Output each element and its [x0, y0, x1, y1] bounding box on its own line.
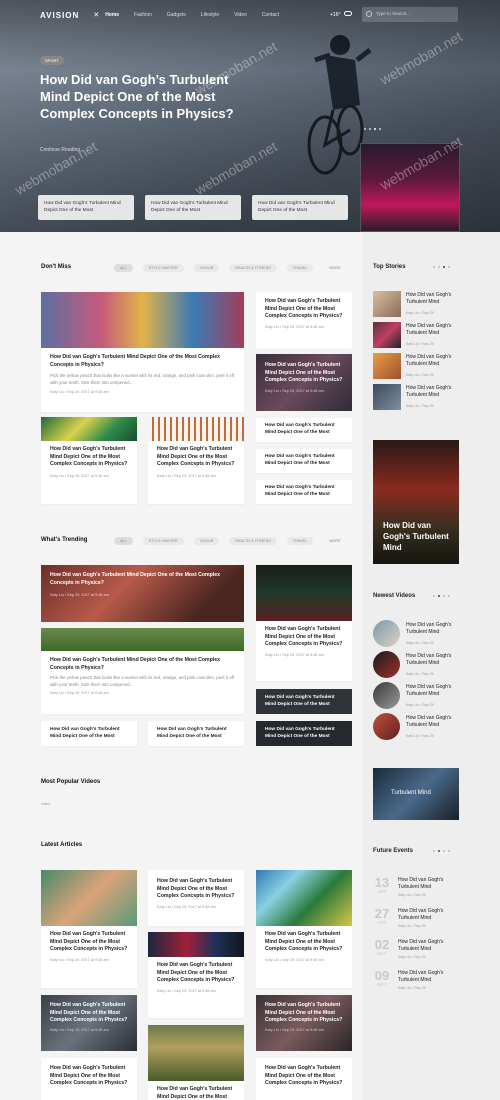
- event-title[interactable]: How Did van Gogh's Turbulent Mind: [398, 908, 458, 922]
- nav-fashion[interactable]: Fashion: [134, 12, 152, 18]
- story-thumb[interactable]: [373, 322, 401, 348]
- video-label: video: [41, 802, 51, 806]
- video-title[interactable]: How Did van Gogh's Turbulent Mind: [406, 715, 461, 729]
- video-title[interactable]: How Did van Gogh's Turbulent Mind: [406, 622, 461, 636]
- article-card[interactable]: How Did van Gogh's Turbulent Mind Depict…: [148, 417, 244, 504]
- sidebar-title-future-events: Future Events: [373, 848, 414, 854]
- logo[interactable]: AVISION: [40, 11, 79, 20]
- search-input[interactable]: Type to Search...: [362, 7, 458, 22]
- filter-health[interactable]: HEALTH & FITNESS: [229, 537, 277, 545]
- weather-temp: +16°: [330, 12, 341, 18]
- latest-card[interactable]: How Did van Gogh's Turbulent Mind Depict…: [148, 870, 244, 926]
- latest-card[interactable]: How Did van Gogh's Turbulent Mind Depict…: [41, 1058, 137, 1100]
- event-title[interactable]: How Did van Gogh's Turbulent Mind: [398, 877, 458, 891]
- article-card-dark[interactable]: How Did van Gogh's Turbulent Mind Depict…: [256, 354, 352, 411]
- filter-style-hunter[interactable]: STYLE HUNTER: [142, 537, 184, 545]
- story-thumb[interactable]: [373, 353, 401, 379]
- latest-card-dark[interactable]: How Did van Gogh's Turbulent Mind Depict…: [41, 995, 137, 1051]
- video-title[interactable]: How Did van Gogh's Turbulent Mind: [406, 684, 461, 698]
- list-item-dark[interactable]: How Did van Gogh's Turbulent Mind Depict…: [256, 721, 352, 746]
- list-item[interactable]: How Did van Gogh's Turbulent Mind Depict…: [41, 721, 137, 746]
- filter-more[interactable]: MORE: [323, 537, 346, 545]
- filter-health[interactable]: HEALTH & FITNESS: [229, 264, 277, 272]
- list-item[interactable]: How Did van Gogh's Turbulent Mind Depict…: [256, 480, 352, 504]
- video-thumb[interactable]: [373, 620, 400, 647]
- nav-contact[interactable]: Contact: [262, 12, 279, 18]
- article-card[interactable]: How Did van Gogh's Turbulent Mind Depict…: [256, 565, 352, 681]
- cloud-icon: [344, 11, 352, 16]
- filter-vogue[interactable]: VOGUE: [193, 264, 220, 272]
- article-card[interactable]: How Did van Gogh's Turbulent Mind Depict…: [256, 292, 352, 349]
- sidebar-feature-small[interactable]: Turbulent Mind: [373, 768, 459, 820]
- section-title-trending: What's Trending: [41, 537, 88, 543]
- section-title-dont-miss: Don't Miss: [41, 264, 72, 270]
- filter-travel[interactable]: TRAVEL: [286, 264, 314, 272]
- slider-dots[interactable]: [433, 266, 450, 268]
- story-thumb[interactable]: [373, 291, 401, 317]
- event-date: 13 APR: [374, 875, 390, 894]
- search-icon: [366, 11, 372, 17]
- sidebar-title-top-stories: Top Stories: [373, 264, 406, 270]
- nav-gadgets[interactable]: Gadgets: [167, 12, 186, 18]
- filter-style-hunter[interactable]: STYLE HUNTER: [142, 264, 184, 272]
- video-title[interactable]: How Did van Gogh's Turbulent Mind: [406, 653, 461, 667]
- hero-card-1[interactable]: How Did van Gogh's Turbulent Mind Depict…: [38, 195, 134, 220]
- story-title[interactable]: How Did van Gogh's Turbulent Mind: [406, 292, 461, 306]
- category-badge[interactable]: SPORT: [40, 56, 64, 65]
- filter-more[interactable]: MORE: [323, 264, 346, 272]
- hero-card-3[interactable]: How Did van Gogh's Turbulent Mind Depict…: [252, 195, 348, 220]
- filter-all[interactable]: ALL: [114, 537, 133, 545]
- section-title-popular-videos: Most Popular Videos: [41, 779, 101, 785]
- sidebar-title-newest-videos: Newest Videos: [373, 593, 416, 599]
- sidebar-feature-card[interactable]: How Did van Gogh's Turbulent Mind: [373, 440, 459, 564]
- story-thumb[interactable]: [373, 384, 401, 410]
- list-item[interactable]: How Did van Gogh's Turbulent Mind Depict…: [148, 721, 244, 746]
- filter-tabs: ALL STYLE HUNTER VOGUE HEALTH & FITNESS …: [114, 264, 347, 272]
- event-date: 02 MAY: [374, 937, 390, 956]
- section-title-latest: Latest Articles: [41, 842, 83, 848]
- slider-dots[interactable]: [433, 850, 450, 852]
- trending-main-card[interactable]: How Did van Gogh's Turbulent Mind Depict…: [41, 628, 244, 714]
- latest-card-dark[interactable]: How Did van Gogh's Turbulent Mind Depict…: [256, 995, 352, 1051]
- event-date: 09 MAY: [374, 968, 390, 987]
- list-item[interactable]: How Did van Gogh's Turbulent Mind Depict…: [256, 449, 352, 473]
- filter-vogue[interactable]: VOGUE: [193, 537, 220, 545]
- article-card[interactable]: How Did van Gogh's Turbulent Mind Depict…: [41, 417, 137, 504]
- story-title[interactable]: How Did van Gogh's Turbulent Mind: [406, 385, 461, 399]
- latest-card[interactable]: How Did van Gogh's Turbulent Mind Depict…: [256, 870, 352, 988]
- filter-tabs: ALL STYLE HUNTER VOGUE HEALTH & FITNESS …: [114, 537, 347, 545]
- hero-card-2[interactable]: How Did van Gogh's Turbulent Mind Depict…: [145, 195, 241, 220]
- event-title[interactable]: How Did van Gogh's Turbulent Mind: [398, 970, 458, 984]
- story-title[interactable]: How Did van Gogh's Turbulent Mind: [406, 354, 461, 368]
- video-thumb[interactable]: [373, 682, 400, 709]
- nav-video[interactable]: Video: [234, 12, 247, 18]
- latest-card[interactable]: How Did van Gogh's Turbulent Mind Depict…: [256, 1058, 352, 1100]
- video-thumb[interactable]: [373, 713, 400, 740]
- story-title[interactable]: How Did van Gogh's Turbulent Mind: [406, 323, 461, 337]
- event-date: 27 APR: [374, 906, 390, 925]
- article-image: [41, 292, 244, 348]
- main-article-card[interactable]: How Did van Gogh's Turbulent Mind Depict…: [41, 292, 244, 412]
- filter-all[interactable]: ALL: [114, 264, 133, 272]
- nav-home[interactable]: Home: [105, 12, 119, 18]
- trending-overlay-card[interactable]: How Did van Gogh's Turbulent Mind Depict…: [41, 565, 244, 622]
- list-item[interactable]: How Did van Gogh's Turbulent Mind Depict…: [256, 418, 352, 442]
- slider-dots[interactable]: [364, 128, 381, 130]
- filter-travel[interactable]: TRAVEL: [286, 537, 314, 545]
- latest-card[interactable]: How Did van Gogh's Turbulent Mind Depict…: [41, 870, 137, 988]
- slider-dots[interactable]: [433, 595, 450, 597]
- event-title[interactable]: How Did van Gogh's Turbulent Mind: [398, 939, 458, 953]
- video-thumb[interactable]: [373, 651, 400, 678]
- latest-card[interactable]: How Did van Gogh's Turbulent Mind Depict…: [148, 932, 244, 1018]
- list-item-dark[interactable]: How Did van Gogh's Turbulent Mind Depict…: [256, 689, 352, 714]
- nav-lifestyle[interactable]: Lifestyle: [201, 12, 219, 18]
- menu-icon[interactable]: ✕: [93, 11, 99, 19]
- latest-card[interactable]: How Did van Gogh's Turbulent Mind Depict…: [148, 1025, 244, 1100]
